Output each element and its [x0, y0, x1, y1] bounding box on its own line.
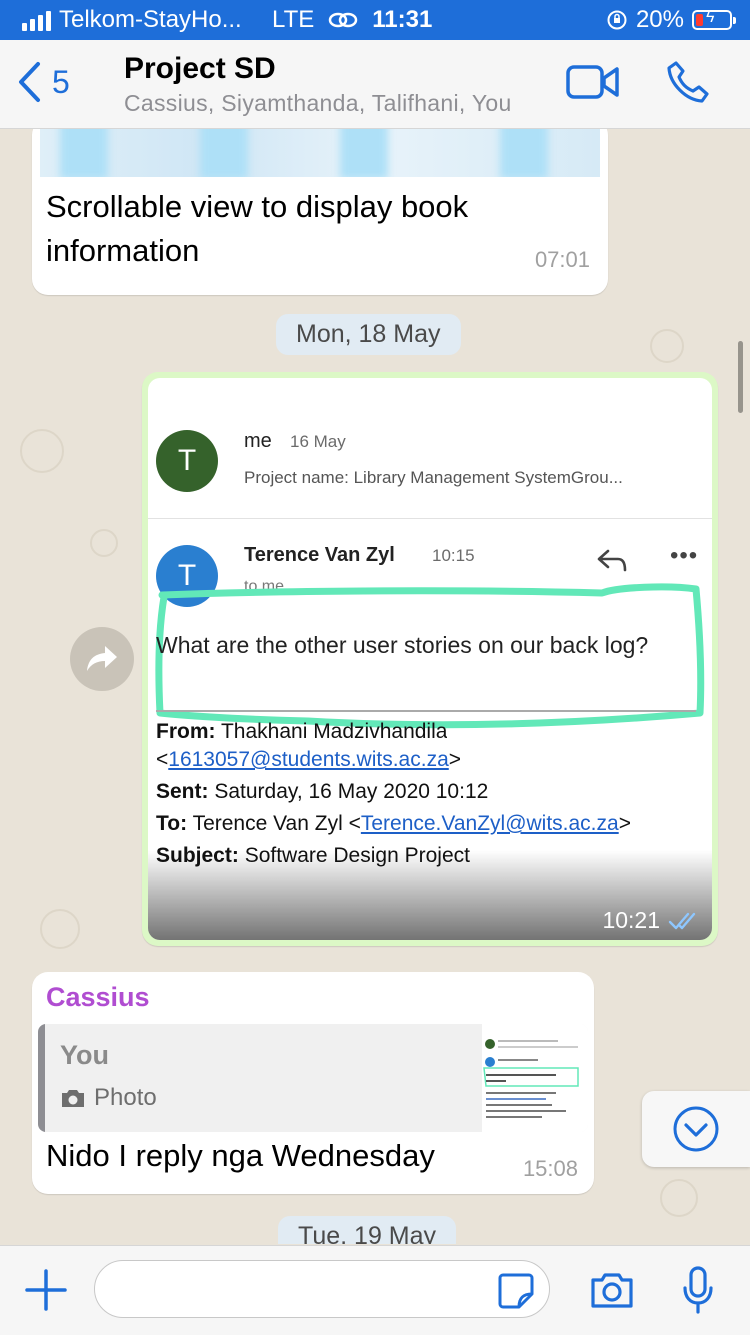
- status-bar: Telkom-StayHo... LTE 11:31 20% ϟ: [0, 0, 750, 40]
- group-title[interactable]: Project SD: [124, 52, 276, 86]
- forward-arrow-icon: [87, 646, 117, 671]
- email-sender: Terence Van Zyl: [244, 544, 395, 566]
- more-icon: •••: [670, 542, 699, 569]
- chat-area[interactable]: Scrollable view to display book informat…: [0, 129, 750, 1244]
- voice-note-button[interactable]: [682, 1266, 714, 1319]
- date-separator: Tue, 19 May: [278, 1216, 457, 1244]
- scrollbar[interactable]: [738, 341, 743, 413]
- quoted-photo-thumbnail: [482, 1024, 588, 1132]
- status-left: Telkom-StayHo...: [22, 6, 242, 34]
- email-header-from: From: Thakhani Madzivhandila: [156, 720, 448, 742]
- message-time: 07:01: [534, 247, 590, 272]
- network-type: LTE: [272, 6, 315, 33]
- sender-name[interactable]: Cassius: [46, 982, 150, 1013]
- read-receipt-icon: [668, 912, 696, 929]
- quoted-message[interactable]: You Photo: [38, 1024, 588, 1132]
- quote-author: You: [60, 1040, 109, 1070]
- message-text: Nido I reply nga Wednesday: [46, 1138, 435, 1173]
- email-link[interactable]: 1613057@students.wits.ac.za: [168, 748, 449, 771]
- message-status: 10:21: [602, 907, 702, 934]
- link-icon: [328, 12, 358, 28]
- email-screenshot[interactable]: T me 16 May Project name: Library Manage…: [148, 378, 712, 940]
- voice-call-button[interactable]: [666, 60, 710, 109]
- scroll-to-bottom-button[interactable]: [642, 1091, 750, 1167]
- orientation-lock-icon: [607, 10, 627, 30]
- email-date: 16 May: [290, 432, 346, 451]
- email-question: What are the other user stories on our b…: [156, 632, 649, 658]
- book-image-preview[interactable]: [40, 129, 600, 177]
- email-preview: Project name: Library Management SystemG…: [244, 468, 623, 487]
- chevron-left-icon: [19, 62, 40, 102]
- group-members[interactable]: Cassius, Siyamthanda, Talifhani, You: [124, 90, 512, 117]
- divider: [156, 710, 696, 712]
- email-link[interactable]: Terence.VanZyl@wits.ac.za: [361, 812, 619, 835]
- status-right: 20% ϟ: [606, 6, 736, 34]
- message-time: 10:21: [602, 907, 660, 933]
- message-bubble[interactable]: Scrollable view to display book informat…: [32, 129, 608, 295]
- status-center: LTE 11:31: [272, 6, 432, 34]
- message-time: 15:08: [522, 1156, 578, 1181]
- image-message[interactable]: T me 16 May Project name: Library Manage…: [142, 372, 718, 946]
- chevron-down-circle-icon: [673, 1106, 719, 1152]
- date-separator: Mon, 18 May: [276, 314, 461, 355]
- avatar: T: [156, 430, 218, 492]
- phone-icon: [667, 61, 709, 103]
- signal-strength-icon: [22, 9, 51, 31]
- camera-icon: [62, 1090, 84, 1107]
- battery-icon: ϟ: [692, 9, 736, 30]
- camera-icon: [591, 1273, 633, 1308]
- status-time: 11:31: [372, 6, 433, 33]
- divider: [148, 518, 712, 519]
- plus-icon: [25, 1269, 67, 1311]
- sticker-icon: [498, 1273, 534, 1309]
- email-header-sent: Sent: Saturday, 16 May 2020 10:12: [156, 780, 489, 803]
- message-text: Scrollable view to display book informat…: [46, 189, 469, 268]
- forward-button[interactable]: [70, 627, 134, 691]
- battery-percent: 20%: [635, 6, 684, 33]
- video-call-button[interactable]: [566, 64, 620, 105]
- microphone-icon: [683, 1266, 713, 1314]
- quote-bar: [38, 1024, 45, 1132]
- email-header-to: To: Terence Van Zyl <Terence.VanZyl@wits…: [156, 812, 631, 835]
- input-bar: [0, 1245, 750, 1335]
- email-header-from-address: <1613057@students.wits.ac.za>: [156, 748, 462, 771]
- camera-button[interactable]: [589, 1270, 635, 1315]
- video-camera-icon: [566, 65, 619, 99]
- email-from: me: [244, 430, 272, 452]
- email-time: 10:15: [432, 546, 475, 565]
- back-button[interactable]: 5: [16, 60, 70, 104]
- attach-button[interactable]: [24, 1268, 68, 1317]
- message-bubble[interactable]: Cassius You Photo Nido I reply nga Wedne…: [32, 972, 594, 1194]
- message-input[interactable]: [94, 1260, 550, 1318]
- quote-type: Photo: [60, 1084, 157, 1112]
- unread-count: 5: [52, 63, 70, 100]
- carrier-name: Telkom-StayHo...: [59, 6, 242, 33]
- sticker-button[interactable]: [497, 1272, 535, 1315]
- chat-header: 5 Project SD Cassius, Siyamthanda, Talif…: [0, 40, 750, 129]
